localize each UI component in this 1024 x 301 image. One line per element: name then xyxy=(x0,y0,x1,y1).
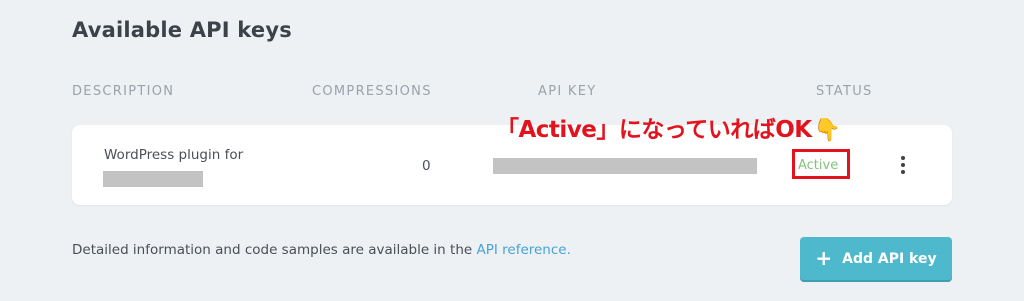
description-redaction-bar xyxy=(103,171,203,187)
footer-text: Detailed information and code samples ar… xyxy=(72,242,477,258)
status-highlight-box xyxy=(792,149,850,179)
column-header-description: DESCRIPTION xyxy=(72,84,175,99)
pointing-down-hand-icon: 👇 xyxy=(813,118,841,143)
api-key-redaction-bar xyxy=(493,158,757,174)
row-menu-button[interactable] xyxy=(894,153,912,177)
column-header-status: STATUS xyxy=(816,84,873,99)
column-header-compressions: COMPRESSIONS xyxy=(312,84,432,99)
more-vertical-icon xyxy=(901,156,905,160)
plus-icon: + xyxy=(815,245,833,270)
column-header-api-key: API KEY xyxy=(538,84,597,99)
row-description: WordPress plugin for xyxy=(104,147,244,163)
section-title: Available API keys xyxy=(72,18,292,42)
add-api-key-button[interactable]: + Add API key xyxy=(800,237,952,280)
row-compressions: 0 xyxy=(422,158,431,174)
add-api-key-label: Add API key xyxy=(842,250,937,267)
more-vertical-icon-dot xyxy=(901,170,905,174)
more-vertical-icon-dot xyxy=(901,163,905,167)
annotation-callout: 「Active」になっていればOK👇 xyxy=(496,110,841,144)
footer-info: Detailed information and code samples ar… xyxy=(72,242,571,258)
api-reference-link[interactable]: API reference. xyxy=(476,242,570,258)
api-keys-page: Available API keys DESCRIPTION COMPRESSI… xyxy=(0,0,1024,301)
annotation-text: 「Active」になっていればOK xyxy=(496,117,812,143)
